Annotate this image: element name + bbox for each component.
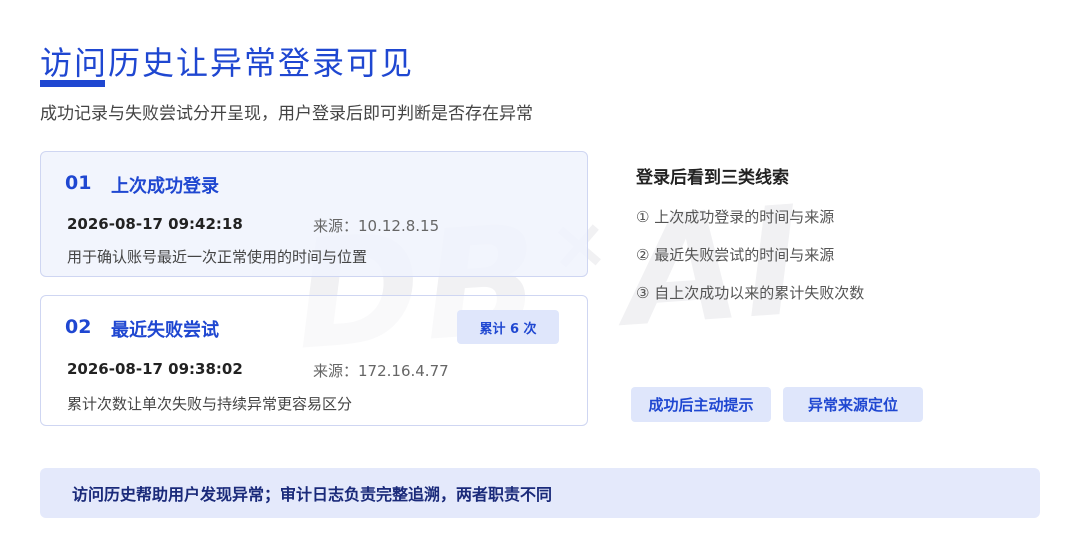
page-subtitle: 成功记录与失败尝试分开呈现，用户登录后即可判断是否存在异常 — [40, 104, 533, 124]
card-number: 02 — [65, 316, 92, 338]
card-description: 用于确认账号最近一次正常使用的时间与位置 — [67, 248, 368, 266]
clue-item: ③ 自上次成功以来的累计失败次数 — [636, 284, 865, 302]
card-timestamp: 2026-08-17 09:42:18 — [67, 215, 243, 233]
chip-source-locate: 异常来源定位 — [783, 387, 923, 422]
card-title: 最近失败尝试 — [111, 320, 219, 341]
card-source: 来源：10.12.8.15 — [313, 217, 440, 235]
card-number: 01 — [65, 172, 92, 194]
card-description: 累计次数让单次失败与持续异常更容易区分 — [67, 395, 353, 413]
card-source: 来源：172.16.4.77 — [313, 362, 449, 380]
card-recent-failure: 02 最近失败尝试 累计 6 次 2026-08-17 09:38:02 来源：… — [40, 295, 588, 426]
clue-item: ① 上次成功登录的时间与来源 — [636, 208, 835, 226]
footer-note: 访问历史帮助用户发现异常；审计日志负责完整追溯，两者职责不同 — [40, 468, 1040, 518]
card-timestamp: 2026-08-17 09:38:02 — [67, 360, 243, 378]
clues-title: 登录后看到三类线索 — [636, 168, 789, 188]
footer-text: 访问历史帮助用户发现异常；审计日志负责完整追溯，两者职责不同 — [72, 485, 553, 504]
title-underline — [40, 80, 105, 87]
card-title: 上次成功登录 — [111, 176, 219, 197]
card-last-success: 01 上次成功登录 2026-08-17 09:42:18 来源：10.12.8… — [40, 151, 588, 277]
page-title: 访问历史让异常登录可见 — [40, 44, 415, 82]
failure-count-badge: 累计 6 次 — [457, 310, 559, 344]
chip-success-prompt: 成功后主动提示 — [631, 387, 771, 422]
clue-item: ② 最近失败尝试的时间与来源 — [636, 246, 835, 264]
